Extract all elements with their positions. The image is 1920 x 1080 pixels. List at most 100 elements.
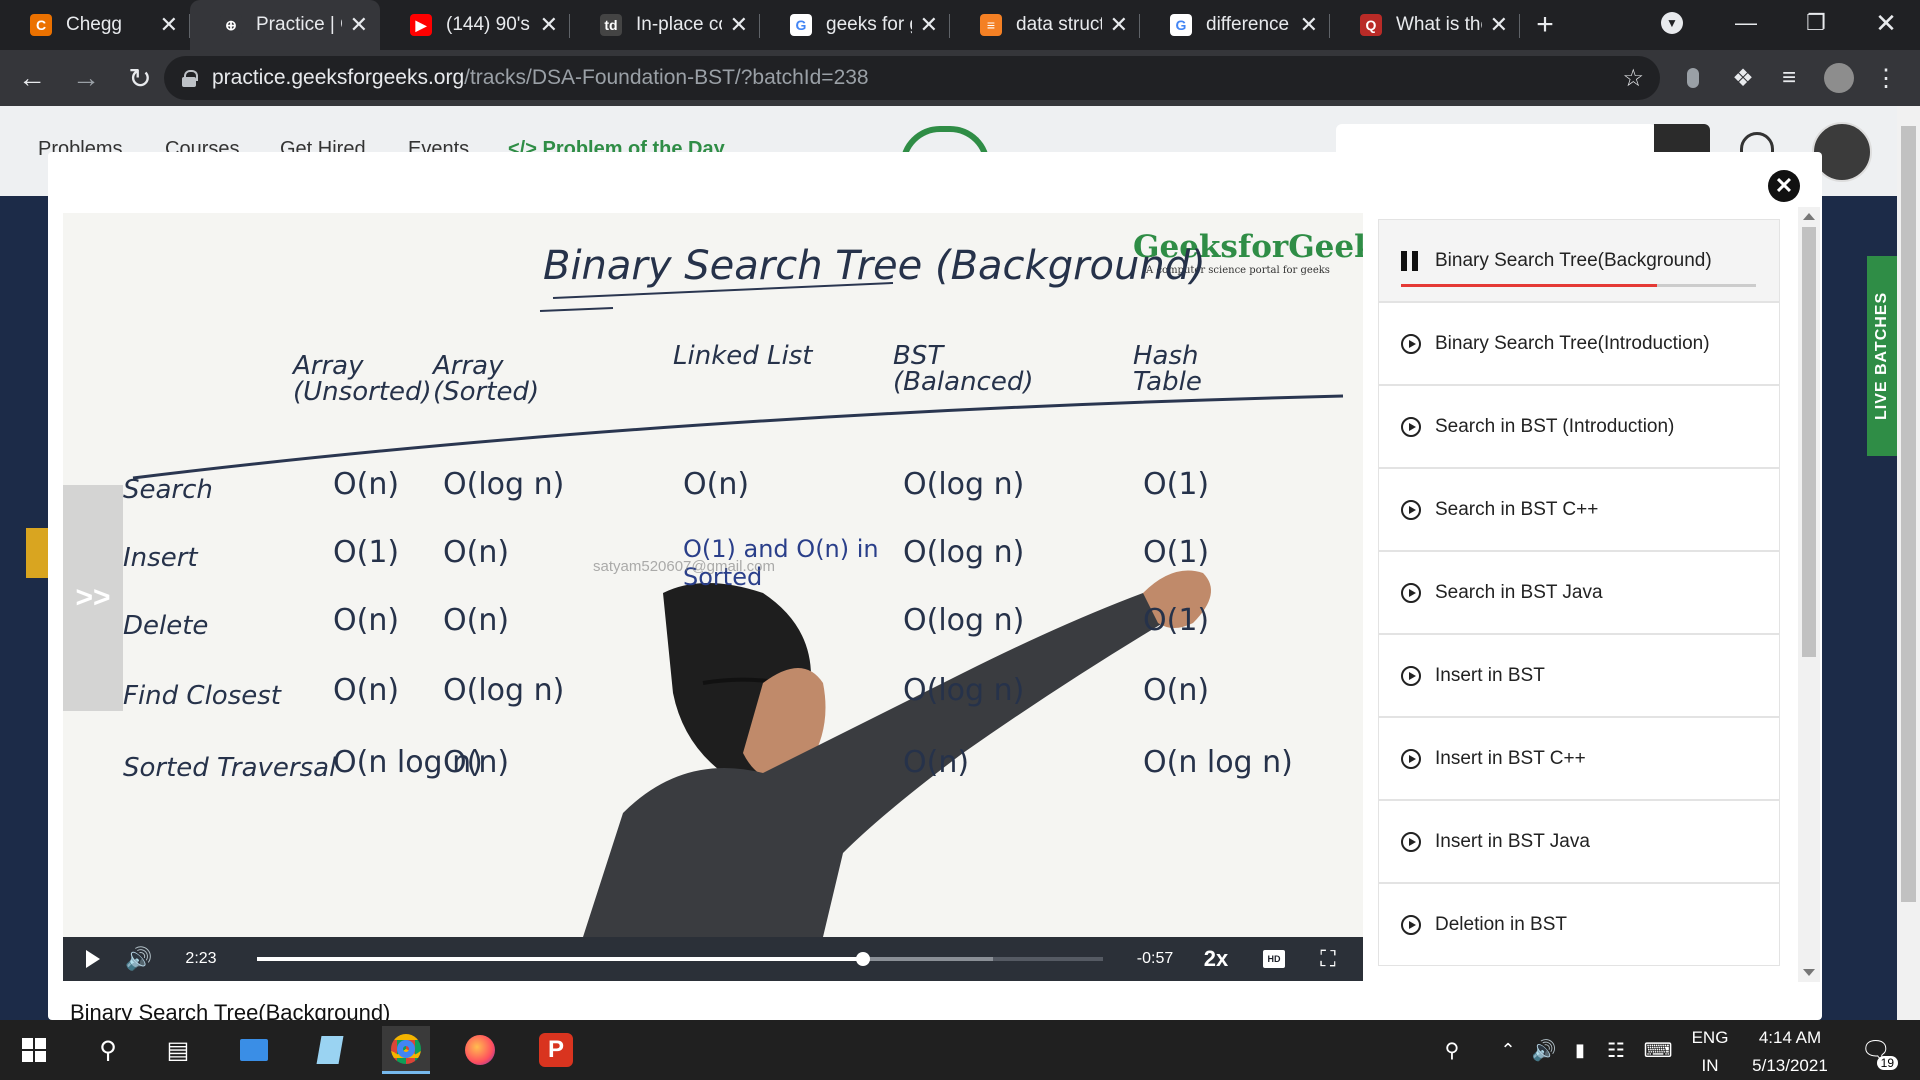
- browser-tab[interactable]: td In-place co ✕: [570, 0, 760, 50]
- fullscreen-icon[interactable]: ⛶: [1303, 937, 1353, 981]
- browser-tab[interactable]: Q What is the ✕: [1330, 0, 1520, 50]
- page-scrollbar[interactable]: [1897, 106, 1920, 1020]
- minimize-button[interactable]: —: [1716, 0, 1776, 46]
- board-row-label: Search: [123, 475, 213, 505]
- desktop-app-icon[interactable]: [230, 1026, 278, 1074]
- board-cell: O(log n): [903, 673, 1025, 708]
- profile-avatar[interactable]: [1823, 62, 1855, 94]
- seek-bar-knob[interactable]: [856, 952, 871, 966]
- tab-title: In-place co: [636, 14, 722, 35]
- chrome-menu-icon[interactable]: ⋮: [1870, 62, 1902, 94]
- chrome-app-icon[interactable]: [382, 1026, 430, 1074]
- browser-tab[interactable]: Ggeeks for g ✕: [760, 0, 950, 50]
- scroll-down-arrow-icon[interactable]: [1803, 969, 1815, 976]
- keyboard-icon[interactable]: ⌨: [1634, 1026, 1682, 1074]
- playlist-item-label: Deletion in BST: [1435, 913, 1568, 935]
- seek-bar[interactable]: [257, 952, 1103, 966]
- people-icon[interactable]: ⚲: [1428, 1026, 1476, 1074]
- notepad-app-icon[interactable]: [306, 1026, 354, 1074]
- tab-close-icon[interactable]: ✕: [1110, 12, 1128, 38]
- playlist-item[interactable]: Search in BST (Introduction): [1378, 385, 1780, 468]
- browser-tab[interactable]: ⊕ Practice | Ge ✕: [190, 0, 380, 50]
- url-path: /tracks/DSA-Foundation-BST/?batchId=238: [464, 66, 869, 89]
- extension-icon[interactable]: [1677, 62, 1709, 94]
- board-cell: O(log n): [443, 467, 565, 502]
- remaining-time: -0:57: [1136, 950, 1174, 967]
- current-time: 2:23: [185, 950, 217, 967]
- browser-toolbar: ← → ↻ practice.geeksforgeeks.org/tracks/…: [0, 50, 1920, 106]
- playlist-item[interactable]: Binary Search Tree(Background): [1378, 219, 1780, 302]
- google-icon: G: [790, 14, 812, 36]
- restore-button[interactable]: ❐: [1786, 0, 1846, 46]
- playback-speed-button[interactable]: 2x: [1191, 937, 1241, 981]
- board-cell: O(log n): [903, 467, 1025, 502]
- language-bottom: IN: [1701, 1056, 1719, 1075]
- language-indicator[interactable]: ENG IN: [1688, 1028, 1732, 1076]
- play-circle-icon: [1401, 831, 1421, 852]
- playlist-item[interactable]: Insert in BST: [1378, 634, 1780, 717]
- board-cell: O(n): [683, 467, 750, 502]
- playlist-scrollbar-thumb[interactable]: [1802, 227, 1816, 657]
- board-row-label: Find Closest: [123, 681, 281, 711]
- pdf-app-icon[interactable]: P: [532, 1026, 580, 1074]
- tab-close-icon[interactable]: ✕: [1490, 12, 1508, 38]
- bookmark-star-icon[interactable]: ☆: [1622, 64, 1644, 93]
- volume-icon[interactable]: 🔊: [121, 937, 157, 981]
- firefox-app-icon[interactable]: [456, 1026, 504, 1074]
- search-icon[interactable]: ⚲: [84, 1026, 132, 1074]
- tab-close-icon[interactable]: ✕: [920, 12, 938, 38]
- window-close-button[interactable]: ✕: [1856, 0, 1916, 46]
- email-watermark: satyam520607@gmail.com: [593, 558, 775, 575]
- playlist-scrollbar[interactable]: [1798, 207, 1820, 982]
- video-player[interactable]: GeeksforGeeks A computer science portal …: [63, 213, 1363, 981]
- scroll-up-arrow-icon[interactable]: [1803, 213, 1815, 220]
- playlist-item[interactable]: Binary Search Tree(Introduction): [1378, 302, 1780, 385]
- tab-close-icon[interactable]: ✕: [1300, 12, 1318, 38]
- playlist-item-label: Search in BST (Introduction): [1435, 415, 1675, 437]
- address-bar[interactable]: practice.geeksforgeeks.org/tracks/DSA-Fo…: [164, 56, 1660, 100]
- play-circle-icon: [1401, 748, 1421, 769]
- tab-title: Chegg: [66, 14, 122, 35]
- browser-tab[interactable]: C Chegg ✕: [0, 0, 190, 50]
- new-tab-button[interactable]: +: [1520, 0, 1570, 50]
- tab-close-icon[interactable]: ✕: [540, 12, 558, 38]
- playlist-item[interactable]: Search in BST C++: [1378, 468, 1780, 551]
- browser-tab[interactable]: ▶ (144) 90's 8 ✕: [380, 0, 570, 50]
- tab-title: data structu: [1016, 14, 1102, 35]
- clock[interactable]: 4:14 AM 5/13/2021: [1740, 1028, 1840, 1076]
- playlist-item[interactable]: Insert in BST Java: [1378, 800, 1780, 883]
- media-control-icon[interactable]: ≡: [1773, 62, 1805, 94]
- board-row-label: Delete: [123, 611, 209, 641]
- tab-close-icon[interactable]: ✕: [730, 12, 748, 38]
- playlist-item[interactable]: Deletion in BST: [1378, 883, 1780, 966]
- browser-tab[interactable]: ≡ data structu ✕: [950, 0, 1140, 50]
- browser-tab[interactable]: Gdifference b ✕: [1140, 0, 1330, 50]
- playlist-item-label: Insert in BST Java: [1435, 830, 1590, 852]
- wifi-icon[interactable]: ☷: [1592, 1026, 1640, 1074]
- live-batches-tab[interactable]: LIVE BATCHES: [1867, 256, 1897, 456]
- notification-center-icon[interactable]: 🗨 19: [1852, 1026, 1900, 1074]
- forward-arrow-icon[interactable]: →: [64, 56, 108, 100]
- chegg-icon: C: [30, 14, 52, 36]
- tab-close-icon[interactable]: ✕: [160, 12, 178, 38]
- board-cell: O(1): [1143, 603, 1210, 638]
- playlist-item-label: Binary Search Tree(Introduction): [1435, 332, 1710, 354]
- board-cell: O(log n): [443, 673, 565, 708]
- playlist-item-progress-fill: [1401, 284, 1657, 287]
- task-view-icon[interactable]: ▤: [154, 1026, 202, 1074]
- play-icon[interactable]: [75, 937, 111, 981]
- previous-video-button[interactable]: >>: [63, 485, 123, 711]
- hd-quality-icon[interactable]: HD: [1249, 937, 1299, 981]
- extensions-puzzle-icon[interactable]: ❖: [1727, 62, 1759, 94]
- playlist-item[interactable]: Insert in BST C++: [1378, 717, 1780, 800]
- play-circle-icon: [1401, 333, 1421, 354]
- play-circle-icon: [1401, 416, 1421, 437]
- reload-icon[interactable]: ↻: [118, 56, 162, 100]
- modal-close-icon[interactable]: ✕: [1768, 170, 1800, 202]
- playlist-item[interactable]: Search in BST Java: [1378, 551, 1780, 634]
- windows-start-icon[interactable]: [10, 1026, 58, 1074]
- page-scrollbar-thumb[interactable]: [1901, 126, 1916, 902]
- back-arrow-icon[interactable]: ←: [10, 56, 54, 100]
- tab-search-icon[interactable]: ▼: [1652, 0, 1692, 46]
- tab-close-icon[interactable]: ✕: [350, 12, 368, 38]
